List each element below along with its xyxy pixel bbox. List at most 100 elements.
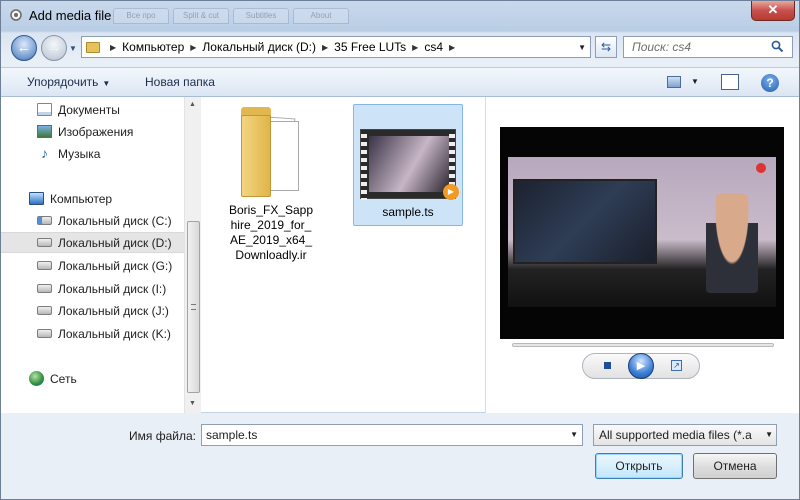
sidebar-item-drive-g[interactable]: Локальный диск (G:): [1, 255, 184, 276]
file-name: sample.ts: [382, 205, 434, 219]
add-media-file-dialog: Add media file Все про Split & cut Subti…: [0, 0, 800, 500]
stop-icon[interactable]: [604, 362, 611, 369]
sidebar-item-label: Документы: [58, 102, 120, 117]
breadcrumb-separator-icon[interactable]: ▶: [449, 43, 455, 52]
breadcrumb-35-free-luts[interactable]: 35 Free LUTs: [334, 40, 406, 54]
sidebar-item-drive-k[interactable]: Локальный диск (K:): [1, 323, 184, 344]
drive-icon: [37, 329, 52, 338]
close-button[interactable]: ✕: [751, 1, 795, 21]
sidebar-scrollbar[interactable]: ▲ ▼: [184, 97, 201, 413]
thumbnail-frame: [369, 136, 449, 192]
file-item-video[interactable]: ▶ sample.ts: [353, 104, 463, 226]
scroll-up-icon[interactable]: ▲: [189, 101, 196, 108]
breadcrumb-cs4[interactable]: cs4: [424, 40, 443, 54]
refresh-icon: ⇆: [600, 40, 612, 54]
file-type-value: All supported media files (*.a: [599, 428, 752, 442]
sidebar-item-documents[interactable]: Документы: [1, 99, 184, 120]
video-person: [706, 193, 758, 293]
window-title: Add media file: [29, 8, 112, 23]
drive-icon: [37, 306, 52, 315]
sidebar-item-music[interactable]: ♪ Музыка: [1, 143, 184, 164]
file-type-select[interactable]: All supported media files (*.a ▼: [593, 424, 777, 446]
new-folder-button[interactable]: Новая папка: [145, 75, 215, 89]
folder-icon: [235, 107, 307, 199]
sidebar-item-pictures[interactable]: Изображения: [1, 121, 184, 142]
background-tab: Split & cut: [173, 8, 229, 24]
organize-menu[interactable]: Упорядочить ▼: [27, 75, 110, 89]
back-button[interactable]: ←: [11, 35, 37, 61]
search-icon[interactable]: [771, 40, 784, 53]
music-icon: ♪: [41, 145, 48, 161]
sidebar-item-label: Сеть: [50, 371, 77, 386]
change-view-icon[interactable]: [667, 76, 681, 88]
sidebar-item-label: Локальный диск (K:): [58, 326, 171, 341]
breadcrumb-separator-icon[interactable]: ▶: [110, 43, 116, 52]
scrollbar-thumb[interactable]: [187, 221, 200, 393]
sidebar-item-label: Локальный диск (J:): [58, 303, 169, 318]
film-strip: [361, 130, 367, 200]
command-toolbar: Упорядочить ▼ Новая папка ▼ ?: [1, 67, 799, 97]
system-drive-icon: [37, 216, 52, 225]
sidebar-item-label: Компьютер: [50, 191, 113, 206]
filename-value: sample.ts: [206, 428, 258, 442]
cancel-button[interactable]: Отмена: [693, 453, 777, 479]
seek-bar[interactable]: [512, 343, 774, 347]
filename-input[interactable]: sample.ts ▼: [201, 424, 583, 446]
open-button[interactable]: Открыть: [595, 453, 683, 479]
title-bar: Add media file Все про Split & cut Subti…: [1, 1, 800, 31]
sidebar-item-drive-d[interactable]: Локальный диск (D:): [1, 232, 184, 253]
drive-icon: [37, 261, 52, 270]
play-badge-icon: ▶: [443, 184, 459, 200]
sidebar-item-label: Музыка: [58, 146, 101, 161]
address-dropdown-icon[interactable]: ▼: [578, 43, 586, 52]
open-player-icon[interactable]: ↗: [671, 360, 682, 371]
chevron-down-icon: ▼: [102, 79, 111, 88]
computer-icon: [29, 192, 44, 205]
recent-pages-dropdown-icon[interactable]: ▼: [69, 44, 77, 53]
sidebar-item-label: Локальный диск (D:): [58, 235, 172, 250]
sidebar-item-drive-i[interactable]: Локальный диск (I:): [1, 278, 184, 299]
filename-dropdown-icon[interactable]: ▼: [570, 425, 578, 445]
file-list: Boris_FX_Sapphire_2019_for_AE_2019_x64_D…: [203, 97, 485, 413]
sidebar-item-label: Локальный диск (C:): [58, 213, 172, 228]
sidebar-item-drive-c[interactable]: Локальный диск (C:): [1, 210, 184, 231]
video-thumbnail-icon: ▶: [360, 129, 459, 200]
file-name: Boris_FX_Sapphire_2019_for_AE_2019_x64_D…: [228, 203, 314, 262]
scroll-down-icon[interactable]: ▼: [189, 400, 196, 407]
drive-icon: [37, 284, 52, 293]
help-icon[interactable]: ?: [761, 74, 779, 92]
view-options-dropdown-icon[interactable]: ▼: [691, 77, 699, 86]
channel-logo-icon: [756, 163, 766, 173]
play-icon[interactable]: ▶: [628, 353, 654, 379]
app-gear-icon: [10, 9, 22, 21]
breadcrumb-separator-icon[interactable]: ▶: [190, 43, 196, 52]
network-icon: [29, 371, 44, 386]
sidebar-item-drive-j[interactable]: Локальный диск (J:): [1, 300, 184, 321]
address-bar[interactable]: ▶ Компьютер ▶ Локальный диск (D:) ▶ 35 F…: [81, 36, 591, 58]
preview-pane-toggle-icon[interactable]: [721, 74, 739, 90]
documents-icon: [37, 103, 52, 116]
refresh-button[interactable]: ⇆: [595, 36, 617, 58]
sidebar-item-label: Изображения: [58, 124, 134, 139]
breadcrumb-separator-icon[interactable]: ▶: [412, 43, 418, 52]
background-tab: Все про: [113, 8, 169, 24]
background-tabs: Все про Split & cut Subtitles About: [113, 8, 349, 24]
sidebar-item-network[interactable]: Сеть: [1, 368, 184, 389]
preview-pane: ▶ ↗: [485, 97, 799, 413]
pictures-icon: [37, 125, 52, 138]
video-preview: [500, 127, 784, 339]
video-monitor: [513, 179, 657, 264]
content-area: Документы Изображения ♪ Музыка Компьютер…: [1, 97, 799, 413]
background-tab: About: [293, 8, 349, 24]
sidebar-item-computer[interactable]: Компьютер: [1, 188, 184, 209]
file-item-folder[interactable]: Boris_FX_Sapphire_2019_for_AE_2019_x64_D…: [223, 101, 319, 263]
breadcrumb-computer[interactable]: Компьютер: [122, 40, 184, 54]
sidebar-item-label: Локальный диск (I:): [58, 281, 167, 296]
search-input[interactable]: Поиск: cs4: [623, 36, 793, 58]
forward-button[interactable]: →: [41, 35, 67, 61]
breadcrumb-separator-icon[interactable]: ▶: [322, 43, 328, 52]
folder-body: [241, 115, 271, 197]
video-frame: [508, 157, 776, 307]
organize-label: Упорядочить: [27, 75, 99, 89]
breadcrumb-drive-d[interactable]: Локальный диск (D:): [202, 40, 316, 54]
